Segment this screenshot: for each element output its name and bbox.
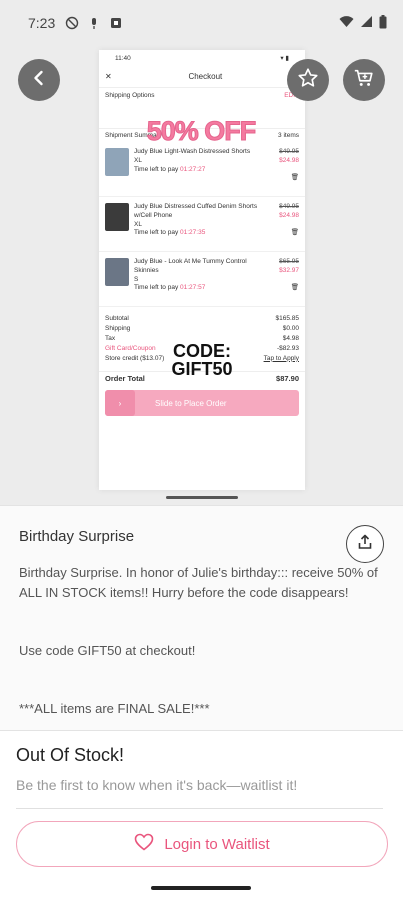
battery-icon (379, 14, 387, 32)
item-thumbnail (105, 203, 129, 231)
status-bar: 7:23 (0, 0, 403, 46)
summary-value: $0.00 (282, 324, 299, 332)
item-name: Judy Blue Light-Wash Distressed Shorts (134, 148, 251, 155)
trash-icon: 🗑 (290, 283, 299, 291)
summary-label: Subtotal (105, 314, 129, 322)
slide-label: Slide to Place Order (155, 398, 227, 408)
image-pager-indicator (166, 496, 238, 499)
login-to-waitlist-button[interactable]: Login to Waitlist (16, 821, 388, 867)
star-icon (297, 67, 319, 94)
cart-item: Judy Blue Light-Wash Distressed Shorts X… (99, 142, 305, 197)
item-price: $24.98 (279, 211, 299, 219)
description-paragraph: ***ALL items are FINAL SALE!*** (19, 701, 210, 716)
home-indicator (151, 886, 251, 890)
item-name: Judy Blue - Look At Me Tummy Control Ski… (134, 258, 247, 274)
item-timer: 01:27:35 (180, 229, 206, 237)
store-credit-action: Tap to Apply (263, 354, 299, 362)
promo-code-line1: CODE: (173, 341, 231, 361)
promo-banner: 50% OFF (146, 116, 257, 147)
item-timer-label: Time left to pay (134, 165, 179, 173)
chevron-right-icon: › (105, 390, 135, 416)
promo-code-line2: GIFT50 (171, 359, 233, 379)
summary-value: $165.85 (275, 314, 300, 322)
screenshot-status-bar: 11:40 ▾ ▮ (99, 50, 305, 66)
stock-section: Out Of Stock! Be the first to know when … (0, 730, 403, 900)
description-section: Birthday Surprise Birthday Surprise. In … (0, 505, 403, 730)
item-variant: XL (134, 220, 142, 228)
summary-label: Shipping (105, 324, 131, 332)
item-old-price: $49.95 (279, 203, 299, 210)
item-timer-label: Time left to pay (134, 284, 179, 292)
summary-row: Subtotal $165.85 (99, 313, 305, 323)
cart-icon (353, 67, 375, 94)
shipping-options-label: Shipping Options (105, 92, 155, 99)
screenshot-close-icon: ✕ (105, 72, 112, 81)
share-button[interactable] (346, 525, 384, 563)
description-paragraph: Birthday Surprise. In honor of Julie's b… (19, 565, 378, 600)
summary-label: Tax (105, 334, 116, 342)
arrow-left-icon (30, 69, 48, 92)
dnd-icon (65, 16, 79, 30)
cart-button[interactable] (343, 59, 385, 101)
waitlist-subtitle: Be the first to know when it's back—wait… (16, 777, 298, 793)
item-timer: 01:27:27 (180, 165, 206, 173)
description-body: Birthday Surprise. In honor of Julie's b… (19, 563, 389, 757)
app-notification-icon (109, 16, 123, 30)
order-total-value: $87.90 (276, 373, 299, 383)
item-thumbnail (105, 258, 129, 286)
screenshot-title: Checkout (188, 72, 223, 81)
mic-icon (87, 16, 101, 30)
item-old-price: $49.95 (279, 148, 299, 155)
cart-item: Judy Blue - Look At Me Tummy Control Ski… (99, 252, 305, 307)
item-timer: 01:27:57 (180, 284, 206, 292)
promo-code-banner: CODE: GIFT50 (139, 342, 265, 378)
favorite-button[interactable] (287, 59, 329, 101)
summary-value: $4.98 (282, 334, 299, 342)
item-old-price: $65.95 (279, 258, 299, 265)
screenshot-status-icons: ▾ ▮ (280, 55, 289, 62)
waitlist-button-label: Login to Waitlist (164, 835, 270, 853)
checkout-screenshot: 11:40 ▾ ▮ ✕ Checkout Shipping Options ED… (99, 50, 305, 490)
status-time: 7:23 (28, 15, 56, 31)
item-thumbnail (105, 148, 129, 176)
out-of-stock-title: Out Of Stock! (16, 745, 125, 765)
slide-to-order-bar: › Slide to Place Order (105, 390, 299, 416)
item-variant: XL (134, 156, 142, 164)
trash-icon: 🗑 (290, 228, 299, 236)
heart-icon (134, 833, 154, 855)
screenshot-time: 11:40 (115, 54, 131, 62)
summary-value: -$82.93 (276, 344, 299, 352)
image-pager-dot (191, 470, 211, 490)
description-paragraph: Use code GIFT50 at checkout! (19, 643, 196, 658)
wifi-icon (339, 15, 354, 31)
item-variant: S (134, 275, 139, 283)
share-icon (357, 534, 373, 555)
item-price: $32.97 (279, 266, 299, 274)
screenshot-header: ✕ Checkout (99, 66, 305, 88)
shipping-options-row: Shipping Options EDIT (99, 88, 305, 102)
description-title: Birthday Surprise (19, 528, 135, 545)
divider (16, 808, 383, 809)
item-timer-label: Time left to pay (134, 229, 179, 237)
cart-item: Judy Blue Distressed Cuffed Denim Shorts… (99, 197, 305, 252)
summary-row: Shipping $0.00 (99, 323, 305, 333)
back-button[interactable] (18, 59, 60, 101)
trash-icon: 🗑 (290, 173, 299, 181)
item-price: $24.98 (279, 156, 299, 164)
cell-signal-icon (360, 15, 373, 31)
item-name: Judy Blue Distressed Cuffed Denim Shorts… (134, 203, 258, 219)
